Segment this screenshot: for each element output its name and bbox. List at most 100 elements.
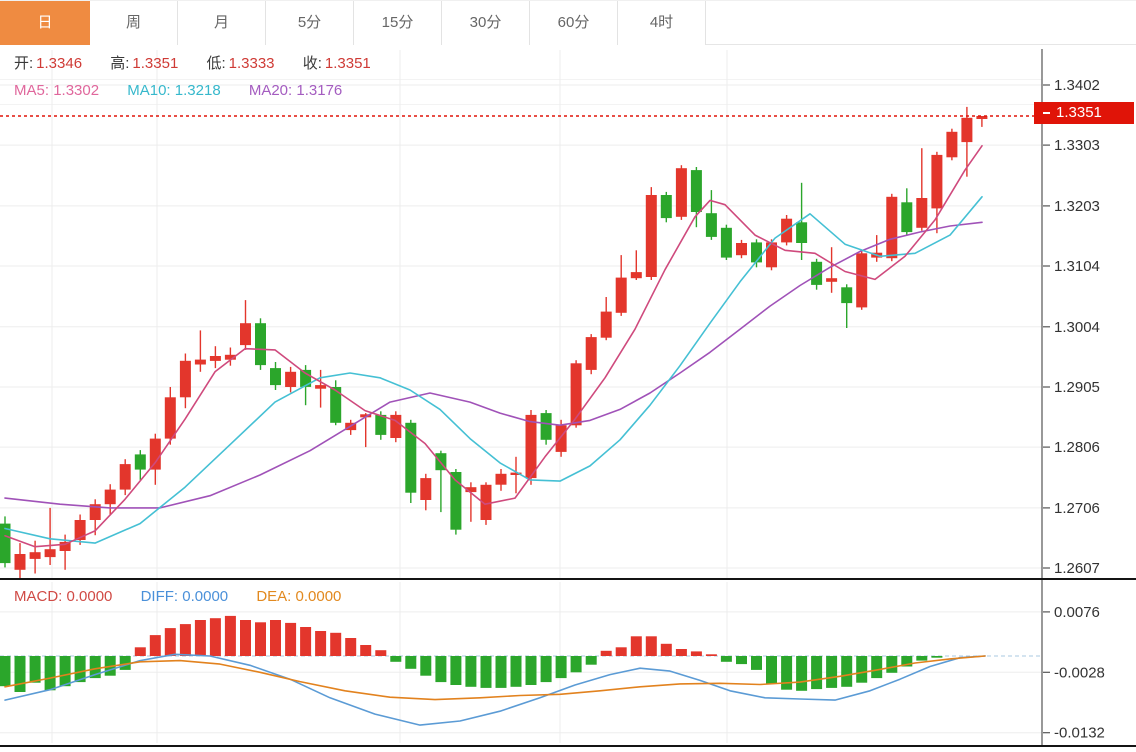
- macd-bar: [931, 656, 943, 658]
- tab-30min[interactable]: 30分: [442, 1, 530, 45]
- candle: [495, 469, 507, 491]
- macd-bar: [690, 651, 702, 656]
- price-axis-label: 1.3004: [1054, 319, 1100, 336]
- price-axis-label: 1.3104: [1054, 258, 1100, 275]
- price-axis-label: 1.3402: [1054, 77, 1100, 94]
- candle: [976, 116, 988, 127]
- candle-body: [164, 397, 176, 439]
- tab-month[interactable]: 月: [178, 1, 266, 45]
- candle-body: [630, 272, 642, 279]
- macd-bar: [811, 656, 823, 690]
- candle: [360, 413, 372, 448]
- macd-histogram: [0, 615, 943, 692]
- candle-body: [270, 368, 281, 386]
- candle: [450, 469, 462, 535]
- ma10-value: 1.3218: [174, 82, 221, 99]
- tab-60min[interactable]: 60分: [530, 1, 618, 45]
- candle-body: [736, 243, 747, 256]
- macd-bar: [224, 615, 236, 656]
- macd-bar: [44, 656, 56, 691]
- macd-bar: [645, 636, 657, 656]
- candle: [720, 224, 732, 260]
- candle: [736, 239, 747, 259]
- macd-bar: [886, 656, 898, 673]
- candle-body: [255, 323, 266, 366]
- candle-body: [826, 278, 838, 282]
- high-label: 高:: [110, 55, 130, 72]
- candle-body: [841, 287, 853, 304]
- diff-label: DIFF:: [140, 588, 179, 605]
- price-chart[interactable]: 1.3402 1.3303 1.3203 1.3104 1.3004 1.2905 1.28…: [0, 45, 1136, 578]
- candle: [315, 369, 327, 408]
- tab-4hour[interactable]: 4时: [618, 1, 706, 45]
- tab-day[interactable]: 日: [0, 1, 90, 45]
- close-value: 1.3351: [324, 55, 371, 72]
- candle: [675, 165, 687, 220]
- macd-bar: [390, 656, 402, 662]
- candle-body: [194, 359, 206, 365]
- open-value: 1.3346: [36, 55, 83, 72]
- candle-body: [179, 360, 191, 398]
- macd-bar: [720, 656, 732, 662]
- candle-body: [525, 414, 537, 479]
- macd-bar: [705, 654, 717, 656]
- macd-bar: [856, 656, 868, 683]
- macd-bar: [164, 628, 176, 656]
- macd-bar: [675, 649, 687, 656]
- macd-bar: [615, 647, 627, 656]
- candle-body: [119, 464, 131, 490]
- low-value: 1.3333: [228, 55, 275, 72]
- macd-value: 0.0000: [66, 588, 113, 605]
- macd-bar: [480, 656, 492, 688]
- candle: [0, 516, 11, 568]
- macd-bar: [585, 656, 597, 665]
- dea-value: 0.0000: [295, 588, 342, 605]
- macd-bar: [209, 618, 221, 656]
- macd-bar: [841, 656, 853, 687]
- candle: [14, 543, 26, 578]
- macd-bar: [59, 656, 71, 687]
- candle-body: [285, 371, 297, 387]
- candle-body: [14, 554, 26, 570]
- macd-bar: [29, 656, 41, 683]
- price-axis-label: 1.2806: [1054, 439, 1100, 456]
- candle: [540, 410, 552, 445]
- macd-bar: [375, 650, 387, 656]
- diff-value: 0.0000: [182, 588, 229, 605]
- price-axis-label: 1.3203: [1054, 198, 1100, 215]
- macd-label: MACD:: [14, 588, 63, 605]
- candle-body: [600, 311, 612, 338]
- candle-body: [420, 478, 432, 500]
- candle: [600, 297, 612, 341]
- candle-body: [931, 154, 943, 209]
- macd-row: MACD: 0.0000 DIFF: 0.0000 DEA: 0.0000: [14, 585, 341, 609]
- ma10-label: MA10:: [127, 82, 171, 99]
- macd-bar: [240, 620, 251, 656]
- candle: [856, 250, 868, 310]
- candle-body: [690, 170, 702, 212]
- candle-body: [901, 202, 913, 233]
- low-label: 低:: [206, 55, 226, 72]
- candle-body: [585, 337, 597, 370]
- macd-bar: [871, 656, 883, 679]
- candle-body: [796, 222, 808, 243]
- candle: [255, 318, 266, 370]
- price-axis-label: 1.2607: [1054, 560, 1100, 577]
- candle: [74, 514, 86, 545]
- tab-5min[interactable]: 5分: [266, 1, 354, 45]
- candle-body: [961, 117, 973, 143]
- candle: [345, 419, 357, 435]
- high-value: 1.3351: [132, 55, 179, 72]
- macd-bar: [916, 656, 928, 661]
- tab-15min[interactable]: 15分: [354, 1, 442, 45]
- macd-bar: [751, 656, 762, 670]
- candle: [901, 188, 913, 236]
- candle-body: [660, 195, 672, 219]
- candle-body: [315, 385, 327, 389]
- candle: [209, 346, 221, 369]
- candle: [690, 167, 702, 228]
- candle: [886, 193, 898, 262]
- tab-week[interactable]: 周: [90, 1, 178, 45]
- timeframe-tabbar: 日 周 月 5分 15分 30分 60分 4时: [0, 0, 1136, 45]
- candle: [285, 366, 297, 393]
